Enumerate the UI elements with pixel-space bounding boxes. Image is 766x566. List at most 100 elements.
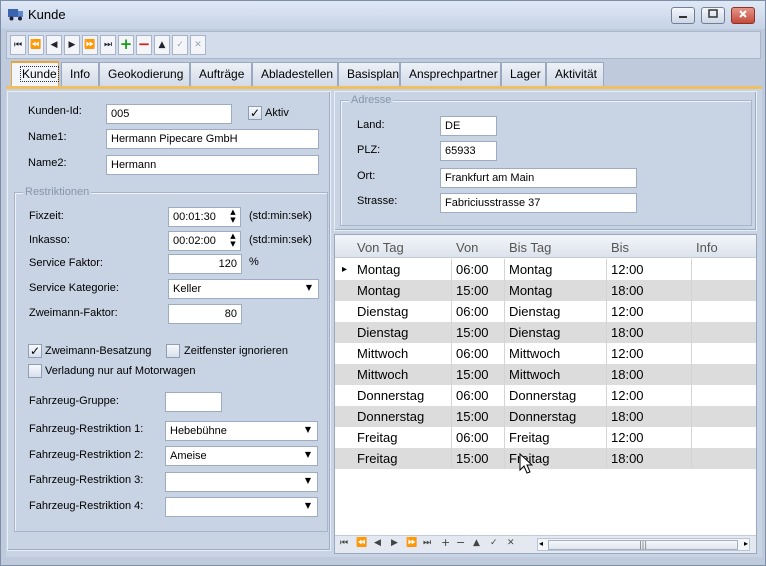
prev-record-button[interactable]: ◀ — [46, 35, 62, 55]
cell-von-tag[interactable]: Dienstag — [357, 304, 408, 319]
cell-bis-tag[interactable]: Mittwoch — [509, 367, 560, 382]
tab-auftraege[interactable]: Aufträge — [190, 62, 252, 86]
nav-prev-page-icon[interactable]: ⏪ — [356, 538, 367, 548]
cell-von[interactable]: 06:00 — [456, 346, 489, 361]
cell-bis[interactable]: 18:00 — [611, 325, 644, 340]
cell-bis[interactable]: 12:00 — [611, 262, 644, 277]
cell-von-tag[interactable]: Mittwoch — [357, 346, 408, 361]
table-row[interactable]: Donnerstag 15:00 Donnerstag 18:00 — [335, 406, 756, 427]
tab-lager[interactable]: Lager — [501, 62, 546, 86]
cell-bis-tag[interactable]: Donnerstag — [509, 388, 576, 403]
nav-next-icon[interactable]: ▶ — [391, 538, 398, 548]
cell-von-tag[interactable]: Mittwoch — [357, 367, 408, 382]
inkasso-field[interactable]: 00:02:00 ▲ ▼ — [168, 231, 241, 251]
fixzeit-field[interactable]: 00:01:30 ▲ ▼ — [168, 207, 241, 227]
cell-von-tag[interactable]: Freitag — [357, 451, 397, 466]
column-header-bis[interactable]: Bis — [611, 240, 629, 255]
cell-bis-tag[interactable]: Montag — [509, 262, 552, 277]
land-field[interactable]: DE — [440, 116, 497, 136]
cell-von-tag[interactable]: Freitag — [357, 430, 397, 445]
minimize-button[interactable] — [671, 7, 695, 24]
first-record-button[interactable]: ⏮ — [10, 35, 26, 55]
cell-bis[interactable]: 12:00 — [611, 388, 644, 403]
cell-bis[interactable]: 12:00 — [611, 430, 644, 445]
tab-geokodierung[interactable]: Geokodierung — [99, 62, 190, 86]
cell-von[interactable]: 15:00 — [456, 325, 489, 340]
cell-bis[interactable]: 18:00 — [611, 409, 644, 424]
cell-bis-tag[interactable]: Dienstag — [509, 325, 560, 340]
cell-bis[interactable]: 12:00 — [611, 304, 644, 319]
cell-von[interactable]: 15:00 — [456, 283, 489, 298]
tab-aktivitaet[interactable]: Aktivität — [546, 62, 604, 86]
cell-von[interactable]: 15:00 — [456, 367, 489, 382]
tab-kunde[interactable]: Kunde — [11, 61, 59, 87]
aktiv-checkbox[interactable]: ✓ — [248, 106, 262, 120]
cell-von-tag[interactable]: Donnerstag — [357, 409, 424, 424]
cell-von[interactable]: 06:00 — [456, 388, 489, 403]
column-header-von-tag[interactable]: Von Tag — [357, 240, 404, 255]
cell-von[interactable]: 15:00 — [456, 409, 489, 424]
horizontal-scrollbar[interactable]: ◂ ||| ▸ — [537, 538, 750, 551]
nav-edit-icon[interactable]: ▲ — [473, 538, 480, 548]
cell-von-tag[interactable]: Montag — [357, 262, 400, 277]
plz-field[interactable]: 65933 — [440, 141, 497, 161]
table-row[interactable]: Donnerstag 06:00 Donnerstag 12:00 — [335, 385, 756, 406]
name2-field[interactable]: Hermann — [106, 155, 319, 175]
cell-bis[interactable]: 18:00 — [611, 367, 644, 382]
cell-bis-tag[interactable]: Mittwoch — [509, 346, 560, 361]
cell-bis-tag[interactable]: Donnerstag — [509, 409, 576, 424]
cell-von[interactable]: 06:00 — [456, 304, 489, 319]
nav-prev-icon[interactable]: ◀ — [374, 538, 381, 548]
cell-bis-tag[interactable]: Freitag — [509, 430, 549, 445]
table-row[interactable]: Dienstag 06:00 Dienstag 12:00 — [335, 301, 756, 322]
nav-last-icon[interactable]: ⏭ — [423, 538, 431, 548]
fahrzeug-restriktion-1-select[interactable]: Hebebühne ▼ — [165, 421, 318, 441]
add-record-button[interactable]: + — [118, 35, 134, 55]
cell-von-tag[interactable]: Dienstag — [357, 325, 408, 340]
zweimann-faktor-field[interactable]: 80 — [168, 304, 242, 324]
scroll-left-icon[interactable]: ◂ — [539, 539, 543, 548]
scroll-right-icon[interactable]: ▸ — [744, 539, 748, 548]
nav-save-icon[interactable]: ✓ — [490, 538, 498, 548]
save-record-button[interactable]: ✓ — [172, 35, 188, 55]
next-page-button[interactable]: ⏩ — [82, 35, 98, 55]
next-record-button[interactable]: ▶ — [64, 35, 80, 55]
fahrzeug-restriktion-3-select[interactable]: ▼ — [165, 472, 318, 492]
prev-page-button[interactable]: ⏪ — [28, 35, 44, 55]
scroll-thumb[interactable]: ||| — [548, 540, 738, 550]
fahrzeug-restriktion-4-select[interactable]: ▼ — [165, 497, 318, 517]
fahrzeug-restriktion-2-select[interactable]: Ameise ▼ — [165, 446, 318, 466]
zeitfenster-ignorieren-checkbox[interactable] — [166, 344, 180, 358]
fahrzeug-gruppe-field[interactable] — [165, 392, 222, 412]
cell-von[interactable]: 06:00 — [456, 262, 489, 277]
nav-next-page-icon[interactable]: ⏩ — [406, 538, 417, 548]
edit-record-button[interactable]: ▲ — [154, 35, 170, 55]
last-record-button[interactable]: ⏭ — [100, 35, 116, 55]
table-row[interactable]: Montag 15:00 Montag 18:00 — [335, 280, 756, 301]
nav-delete-icon[interactable]: − — [456, 536, 465, 549]
zweimann-besatzung-checkbox[interactable]: ✓ — [28, 344, 42, 358]
strasse-field[interactable]: Fabriciusstrasse 37 — [440, 193, 637, 213]
cell-bis-tag[interactable]: Dienstag — [509, 304, 560, 319]
nav-first-icon[interactable]: ⏮ — [340, 538, 348, 548]
fixzeit-spinner[interactable]: ▲ ▼ — [226, 208, 240, 226]
name1-field[interactable]: Hermann Pipecare GmbH — [106, 129, 319, 149]
cell-bis[interactable]: 18:00 — [611, 283, 644, 298]
tab-abladestellen[interactable]: Abladestellen — [252, 62, 338, 86]
kunden-id-field[interactable]: 005 — [106, 104, 232, 124]
tab-info[interactable]: Info — [61, 62, 99, 86]
cell-von-tag[interactable]: Donnerstag — [357, 388, 424, 403]
cell-bis-tag[interactable]: Montag — [509, 283, 552, 298]
delete-record-button[interactable]: − — [136, 35, 152, 55]
cell-von-tag[interactable]: Montag — [357, 283, 400, 298]
nav-add-icon[interactable]: + — [441, 536, 450, 549]
tab-basisplan[interactable]: Basisplan — [338, 62, 400, 86]
table-row[interactable]: Freitag 15:00 Freitag 18:00 — [335, 448, 756, 469]
cell-von[interactable]: 15:00 — [456, 451, 489, 466]
table-row[interactable]: Mittwoch 15:00 Mittwoch 18:00 — [335, 364, 756, 385]
service-faktor-field[interactable]: 120 — [168, 254, 242, 274]
table-row[interactable]: Freitag 06:00 Freitag 12:00 — [335, 427, 756, 448]
ort-field[interactable]: Frankfurt am Main — [440, 168, 637, 188]
table-row[interactable]: Dienstag 15:00 Dienstag 18:00 — [335, 322, 756, 343]
motorwagen-checkbox[interactable] — [28, 364, 42, 378]
